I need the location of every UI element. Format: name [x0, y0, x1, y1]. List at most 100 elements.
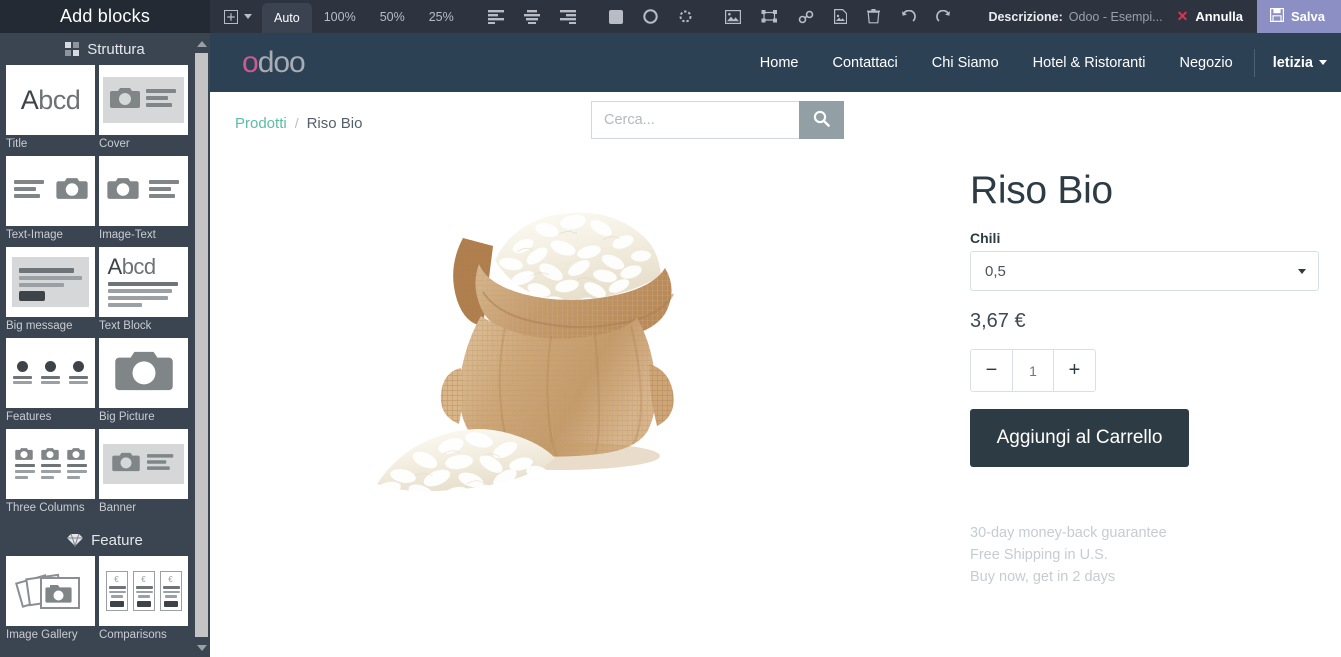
block-thumb-features [6, 338, 95, 408]
sidebar-block-grid-feature: Image Gallery € € € Comparisons [0, 556, 210, 647]
guarantee-item: 30-day money-back guarantee [970, 525, 1167, 541]
diamond-icon [67, 533, 84, 547]
crop-icon[interactable] [751, 0, 788, 33]
redo-icon[interactable] [926, 0, 962, 33]
block-thumb-title: Abcd [6, 65, 95, 135]
breadcrumb-current: Riso Bio [306, 115, 363, 132]
block-label: Comparisons [99, 629, 167, 641]
nav-item-negozio[interactable]: Negozio [1163, 33, 1250, 92]
scroll-down-arrow-icon[interactable] [196, 642, 207, 653]
block-label: Image Gallery [6, 629, 78, 641]
rounded-square-icon[interactable] [599, 0, 633, 33]
camera-icon [106, 176, 139, 206]
sidebar-section-feature: Feature [0, 524, 210, 556]
quantity-increase-button[interactable]: + [1053, 350, 1095, 391]
block-label: Image-Text [99, 229, 156, 241]
sidebar-section-label: Feature [91, 531, 143, 549]
editor-toolbar: Auto 100% 50% 25% Descrizione: Odoo - Es… [210, 0, 1341, 33]
scroll-up-arrow-icon[interactable] [196, 38, 207, 49]
chevron-down-icon[interactable] [244, 14, 252, 19]
guarantee-item: Free Shipping in U.S. [970, 547, 1108, 563]
camera-icon [112, 451, 140, 478]
zoom-auto-tab[interactable]: Auto [262, 3, 312, 33]
align-right-icon[interactable] [550, 0, 586, 33]
nav-item-contattaci[interactable]: Contattaci [815, 33, 914, 92]
sidebar-block-comparisons[interactable]: € € € Comparisons [97, 556, 190, 647]
sidebar-block-features[interactable]: Features [4, 338, 97, 429]
odoo-logo[interactable]: odoo [242, 45, 306, 79]
chevron-down-icon [1319, 60, 1327, 65]
block-thumb-cover [99, 65, 188, 135]
burlap-sack-of-rice-illustration [377, 212, 674, 502]
nav-item-hotel-ristoranti[interactable]: Hotel & Ristoranti [1016, 33, 1163, 92]
camera-icon [109, 86, 140, 115]
description-value[interactable]: Odoo - Esempi... [1069, 10, 1163, 24]
save-button[interactable]: Salva [1257, 0, 1341, 33]
add-to-cart-button[interactable]: Aggiungi al Carrello [970, 409, 1189, 467]
cancel-button[interactable]: ✕ Annulla [1163, 0, 1257, 33]
guarantee-item: Buy now, get in 2 days [970, 569, 1116, 585]
save-button-label: Salva [1291, 9, 1325, 24]
sidebar-block-three-columns[interactable]: Three Columns [4, 429, 97, 520]
zoom-100-tab[interactable]: 100% [312, 0, 368, 33]
block-thumb-big-picture [99, 338, 188, 408]
nav-item-chi-siamo[interactable]: Chi Siamo [915, 33, 1016, 92]
search-input[interactable] [591, 101, 799, 139]
description-label: Descrizione: [988, 9, 1063, 24]
sidebar-block-text-image[interactable]: Text-Image [4, 156, 97, 247]
sidebar-scroll-area[interactable]: Struttura Abcd Title Cover Text-Image Im… [0, 33, 210, 657]
nav-divider [1253, 48, 1255, 77]
sidebar-block-text-block[interactable]: Abcd Text Block [97, 247, 190, 338]
sidebar-block-grid-struttura: Abcd Title Cover Text-Image Image-Text B… [0, 65, 210, 520]
circle-icon[interactable] [633, 0, 668, 33]
block-thumb-text-block: Abcd [99, 247, 188, 317]
logo-first-letter: o [242, 45, 259, 79]
logo-rest: doo [257, 45, 306, 79]
product-image[interactable] [355, 168, 755, 528]
attribute-select[interactable]: 0,5 [970, 251, 1319, 291]
quantity-input[interactable] [1013, 350, 1053, 391]
website-preview: odoo Home Contattaci Chi Siamo Hotel & R… [210, 33, 1341, 657]
block-label: Cover [99, 138, 130, 150]
toolbar-actions: ✕ Annulla Salva [1163, 0, 1341, 33]
undo-icon[interactable] [890, 0, 926, 33]
breadcrumb-link-prodotti[interactable]: Prodotti [235, 115, 287, 132]
block-label: Text-Image [6, 229, 63, 241]
sidebar-section-struttura: Struttura [0, 33, 210, 65]
sidebar-block-big-message[interactable]: Big message [4, 247, 97, 338]
nav-item-home[interactable]: Home [743, 33, 816, 92]
user-menu[interactable]: letizia [1259, 33, 1341, 92]
zoom-25-tab[interactable]: 25% [417, 0, 466, 33]
block-thumb-text-image [6, 156, 95, 226]
search-bar [591, 101, 844, 139]
search-button[interactable] [799, 101, 844, 139]
shadow-icon[interactable] [668, 0, 703, 33]
sidebar-block-big-picture[interactable]: Big Picture [97, 338, 190, 429]
block-thumb-three-columns [6, 429, 95, 499]
search-icon [813, 110, 830, 130]
table-insert-icon[interactable] [210, 0, 262, 33]
sidebar-block-banner[interactable]: Banner [97, 429, 190, 520]
camera-icon [114, 348, 173, 399]
sidebar-block-image-gallery[interactable]: Image Gallery [4, 556, 97, 647]
sidebar-block-cover[interactable]: Cover [97, 65, 190, 156]
quantity-decrease-button[interactable]: − [971, 350, 1013, 391]
sidebar-block-title[interactable]: Abcd Title [4, 65, 97, 156]
block-label: Big Picture [99, 411, 155, 423]
image-icon[interactable] [715, 0, 751, 33]
trash-icon[interactable] [857, 0, 890, 33]
scrollbar-thumb[interactable] [195, 53, 208, 637]
attribute-label: Chili [970, 230, 1001, 246]
align-center-icon[interactable] [514, 0, 550, 33]
zoom-50-tab[interactable]: 50% [368, 0, 417, 33]
quantity-stepper: − + [970, 349, 1096, 392]
document-image-icon[interactable] [824, 0, 857, 33]
link-icon[interactable] [788, 0, 824, 33]
site-header: odoo Home Contattaci Chi Siamo Hotel & R… [210, 33, 1341, 92]
camera-icon [55, 176, 88, 206]
block-label: Text Block [99, 320, 152, 332]
align-left-icon[interactable] [478, 0, 514, 33]
block-thumb-image-text [99, 156, 188, 226]
sidebar-block-image-text[interactable]: Image-Text [97, 156, 190, 247]
sidebar-scrollbar[interactable] [193, 33, 210, 657]
